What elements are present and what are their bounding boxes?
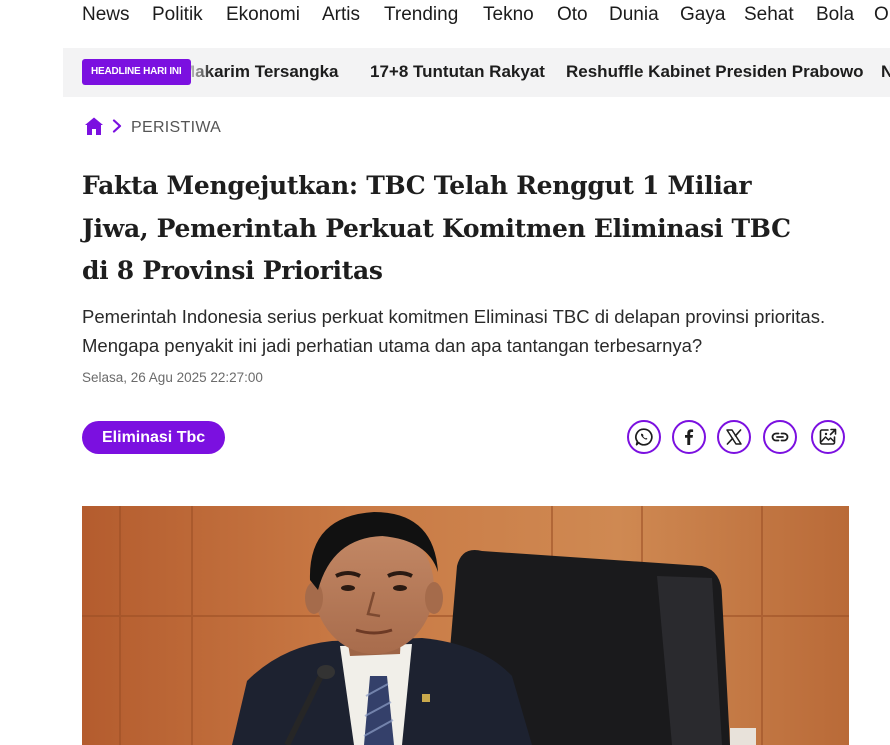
headline-item[interactable]: 17+8 Tuntutan Rakyat	[370, 62, 545, 82]
nav-item-oto[interactable]: Oto	[557, 4, 588, 26]
nav-item-ekonomi[interactable]: Ekonomi	[226, 4, 300, 26]
whatsapp-icon	[634, 427, 654, 447]
breadcrumb: PERISTIWA	[84, 117, 221, 139]
chevron-right-icon	[112, 118, 122, 138]
facebook-share-button[interactable]	[672, 420, 706, 454]
topic-tag[interactable]: Eliminasi Tbc	[82, 421, 226, 454]
link-icon	[770, 427, 790, 447]
x-icon	[725, 428, 743, 446]
nav-item-artis[interactable]: Artis	[322, 4, 360, 26]
nav-item-news[interactable]: News	[82, 4, 130, 26]
article-lede: Pemerintah Indonesia serius perkuat komi…	[82, 306, 826, 356]
nav-item-more[interactable]: O	[874, 4, 889, 26]
top-nav: News Politik Ekonomi Artis Trending Tekn…	[0, 0, 890, 32]
nav-item-gaya[interactable]: Gaya	[680, 4, 725, 26]
headline-strip: HEADLINE HARI INI Makarim Tersangka 17+8…	[63, 48, 890, 97]
facebook-icon	[679, 427, 699, 447]
nav-item-sehat[interactable]: Sehat	[744, 4, 794, 26]
x-share-button[interactable]	[717, 420, 751, 454]
headline-badge: HEADLINE HARI INI	[82, 59, 191, 85]
whatsapp-share-button[interactable]	[627, 420, 661, 454]
image-share-button[interactable]	[811, 420, 845, 454]
nav-item-bola[interactable]: Bola	[816, 4, 854, 26]
copy-link-button[interactable]	[763, 420, 797, 454]
nav-item-dunia[interactable]: Dunia	[609, 4, 659, 26]
article-title: Fakta Mengejutkan: TBC Telah Renggut 1 M…	[82, 171, 791, 285]
nav-item-tekno[interactable]: Tekno	[483, 4, 534, 26]
image-share-icon	[818, 427, 838, 447]
nav-item-trending[interactable]: Trending	[384, 4, 458, 26]
headline-item[interactable]: N	[881, 62, 890, 82]
home-icon[interactable]	[84, 116, 104, 141]
nav-item-politik[interactable]: Politik	[152, 4, 203, 26]
breadcrumb-category[interactable]: PERISTIWA	[131, 119, 221, 137]
headline-item[interactable]: Reshuffle Kabinet Presiden Prabowo	[566, 62, 864, 82]
article-photo	[82, 506, 849, 745]
article-date: Selasa, 26 Agu 2025 22:27:00	[82, 370, 263, 385]
